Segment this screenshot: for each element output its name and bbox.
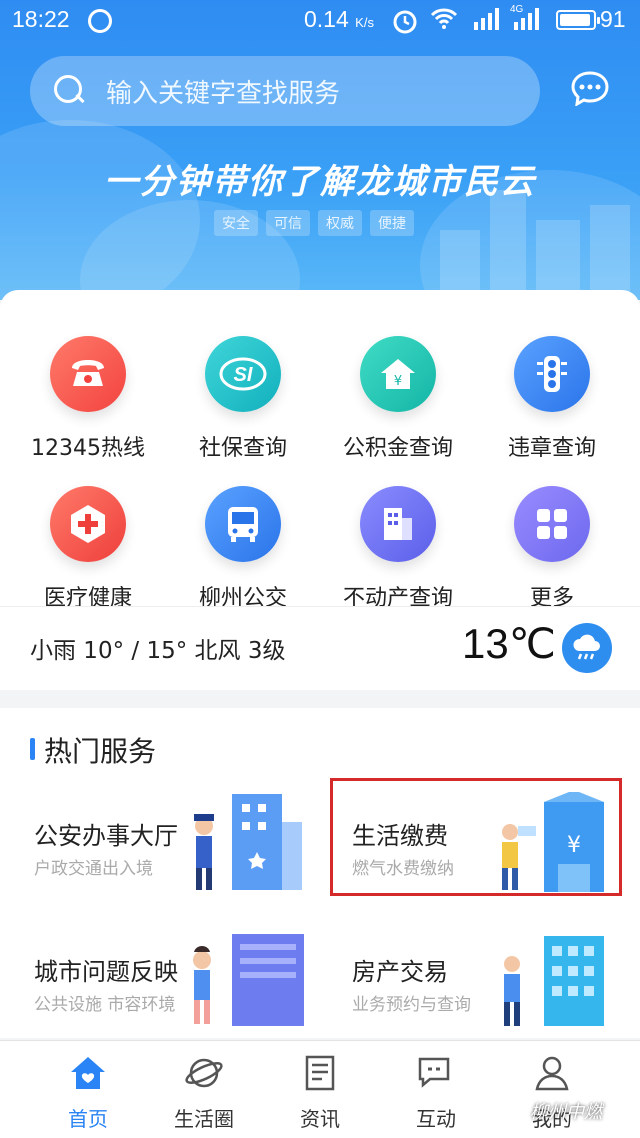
bus-icon: [205, 486, 281, 562]
grid-item-label: 社保查询: [198, 436, 287, 461]
grid-item-label: 公积金查询: [342, 436, 453, 461]
service-police-hall[interactable]: 公安办事大厅 户政交通出入境: [34, 794, 324, 936]
banner-title: 一分钟带你了解龙城市民云: [104, 162, 536, 202]
tab-interaction[interactable]: 互动: [372, 1041, 500, 1138]
grid-item-traffic-violation[interactable]: 违章查询: [472, 336, 632, 462]
home-icon: [71, 1057, 105, 1089]
service-subtitle: 户政交通出入境: [34, 859, 153, 879]
tab-home[interactable]: 首页: [24, 1041, 152, 1138]
status-time: 18:22: [12, 6, 70, 32]
watermark: 柳州中燃: [530, 1102, 602, 1123]
grid-item-bus[interactable]: 柳州公交: [163, 486, 323, 612]
user-icon: [535, 1056, 569, 1091]
banner-tag: 可信: [266, 210, 310, 236]
app-notification-icon: [88, 9, 112, 33]
building-decoration: [536, 220, 580, 300]
hero-banner[interactable]: [0, 0, 640, 300]
chat-icon: [418, 1057, 450, 1088]
banner-tags: 安全 可信 权威 便捷: [214, 210, 414, 236]
battery-icon: [556, 10, 600, 30]
grid-item-label: 违章查询: [507, 436, 596, 461]
grid-item-medical[interactable]: 医疗健康: [8, 486, 168, 612]
section-title: 热门服务: [44, 735, 157, 768]
house-fund-icon: ¥: [360, 336, 436, 412]
network-speed: 0.14 K/s: [304, 6, 374, 32]
rain-cloud-icon: [562, 623, 612, 673]
tab-label: 首页: [68, 1107, 108, 1131]
svg-text:SI: SI: [234, 364, 253, 386]
police-building-illustration: [194, 794, 302, 890]
news-icon: [305, 1055, 335, 1091]
tab-label: 生活圈: [174, 1107, 234, 1131]
banner-tag: 权威: [318, 210, 362, 236]
grid-item-housing-fund[interactable]: ¥ 公积金查询: [318, 336, 478, 462]
highlight-box: [330, 778, 622, 896]
grid-item-social-security[interactable]: SI 社保查询: [163, 336, 323, 462]
building-decoration: [590, 205, 630, 300]
planet-icon: [185, 1058, 223, 1088]
weather-bar[interactable]: 小雨 10° / 15° 北风 3级 13℃: [0, 606, 640, 686]
weather-text: 小雨 10° / 15° 北风 3级: [30, 638, 286, 664]
building-decoration: [490, 190, 526, 300]
service-subtitle: 业务预约与查询: [352, 995, 471, 1015]
tab-label: 资讯: [300, 1107, 340, 1131]
service-title: 房产交易: [352, 958, 448, 986]
property-building-illustration: [504, 936, 604, 1026]
banner-tag: 安全: [214, 210, 258, 236]
status-bar: 18:22 0.14 K/s 4G 91: [0, 0, 640, 44]
grid-item-label: 12345热线: [31, 436, 145, 461]
social-security-icon: SI: [205, 336, 281, 412]
search-input[interactable]: 输入关键字查找服务: [30, 56, 540, 126]
message-icon[interactable]: [570, 70, 610, 106]
battery-level: 91: [600, 6, 626, 32]
building-icon: [360, 486, 436, 562]
current-temperature: 13℃: [462, 620, 556, 667]
tab-news[interactable]: 资讯: [256, 1041, 384, 1138]
traffic-light-icon: [514, 336, 590, 412]
city-report-illustration: [193, 934, 304, 1026]
wifi-icon: [430, 8, 458, 29]
alarm-icon: [393, 10, 417, 34]
service-card: 12345热线 SI 社保查询 ¥ 公积金查询 违章查询 医疗健康 柳州公交 不…: [0, 290, 640, 690]
medical-cross-icon: [50, 486, 126, 562]
phone-icon: [50, 336, 126, 412]
service-title: 公安办事大厅: [34, 822, 178, 850]
tab-label: 互动: [416, 1107, 456, 1131]
signal-icon: [514, 8, 539, 30]
signal-icon: [474, 8, 499, 30]
search-icon: [54, 75, 86, 107]
grid-item-12345[interactable]: 12345热线: [8, 336, 168, 462]
tab-life-circle[interactable]: 生活圈: [140, 1041, 268, 1138]
svg-text:¥: ¥: [394, 374, 402, 389]
service-title: 城市问题反映: [34, 958, 178, 986]
search-placeholder: 输入关键字查找服务: [106, 78, 341, 109]
section-marker: [30, 738, 35, 760]
grid-item-more[interactable]: 更多: [472, 486, 632, 612]
grid-item-real-estate[interactable]: 不动产查询: [318, 486, 478, 612]
banner-tag: 便捷: [370, 210, 414, 236]
grid-more-icon: [514, 486, 590, 562]
service-subtitle: 公共设施 市容环境: [34, 995, 176, 1015]
